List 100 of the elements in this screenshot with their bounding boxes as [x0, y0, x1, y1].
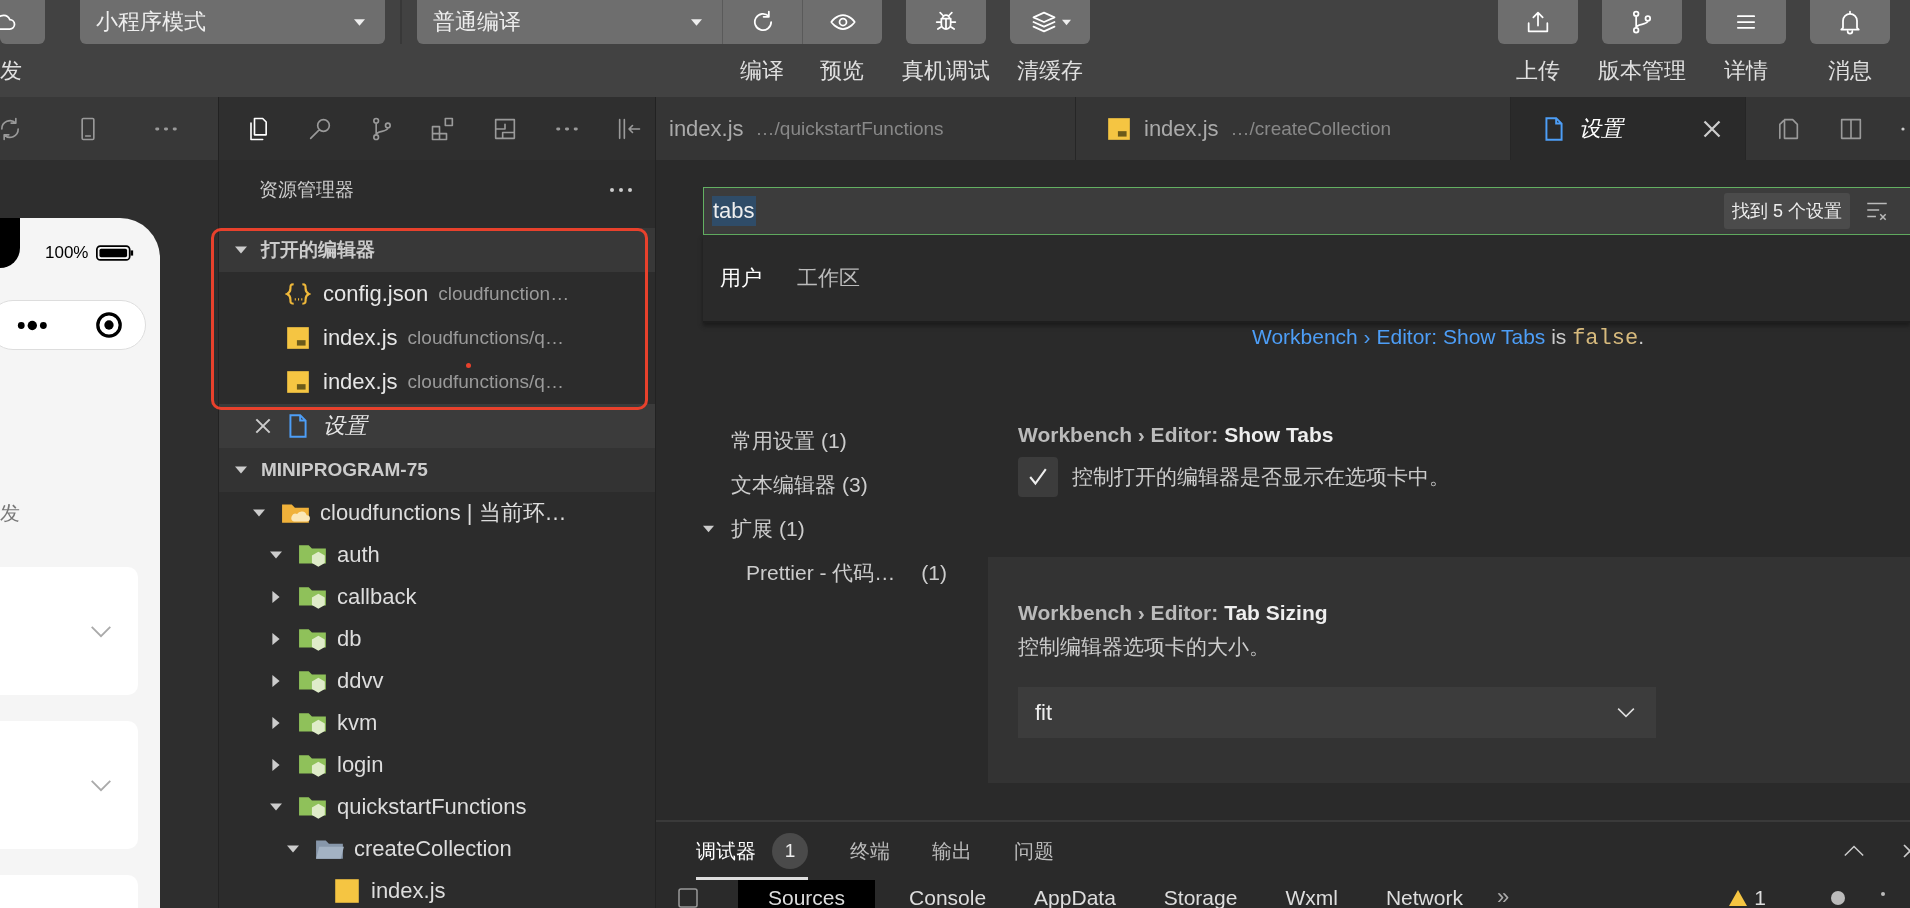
version-button[interactable] — [1602, 0, 1682, 44]
js-file-icon — [332, 878, 362, 904]
scope-tab[interactable]: 工作区 — [797, 258, 860, 298]
tree-item[interactable]: ddvv — [219, 660, 655, 702]
caret-icon — [691, 18, 702, 26]
tree-item[interactable]: quickstartFunctions — [219, 786, 655, 828]
editor-tab[interactable]: 设置 — [1511, 97, 1746, 160]
tree-item[interactable]: kvm — [219, 702, 655, 744]
battery-level: 100% — [45, 243, 89, 263]
folder-icon — [298, 626, 328, 652]
result-count: 找到 5 个设置 — [1724, 193, 1850, 229]
braces-icon — [285, 281, 311, 307]
toolbar-label: 版本管理 — [1598, 57, 1686, 85]
tree-item[interactable]: login — [219, 744, 655, 786]
toolbar-label: 预览 — [820, 57, 864, 85]
inspect-icon[interactable] — [676, 886, 700, 908]
folder-icon — [298, 752, 328, 778]
toc-item[interactable]: 扩展 (1) — [731, 507, 988, 551]
chevron-down-icon — [89, 778, 113, 792]
search-field[interactable]: tabs 找到 5 个设置 — [703, 187, 1910, 235]
devtools-tab[interactable]: Sources — [738, 880, 876, 908]
section-title: MINIPROGRAM-75 — [261, 459, 428, 481]
section-header[interactable]: 打开的编辑器 — [219, 228, 655, 272]
caret-icon — [354, 18, 365, 26]
toc-item[interactable]: Prettier - 代码… (1) — [731, 551, 988, 595]
folder-icon — [298, 584, 328, 610]
setting-description: 控制打开的编辑器是否显示在选项卡中。 — [1072, 464, 1450, 490]
triangle-icon[interactable] — [270, 801, 282, 813]
page-text: 发 — [0, 501, 21, 526]
tree-item[interactable]: cloudfunctions | 当前环… — [219, 492, 655, 534]
open-editor-item[interactable]: config.json cloudfunction… — [219, 272, 655, 316]
section-title: 打开的编辑器 — [261, 238, 375, 262]
editor-tab[interactable]: index.js …/quickstartFunctions — [656, 97, 1076, 160]
devtools-tab[interactable]: Console — [885, 880, 1011, 908]
close-icon[interactable] — [1703, 119, 1721, 138]
notifications-button[interactable] — [1810, 0, 1890, 44]
panel-tab[interactable]: 输出 — [932, 822, 972, 880]
triangle-icon[interactable] — [287, 843, 299, 855]
js-file-icon — [285, 325, 311, 351]
checkbox[interactable] — [1018, 457, 1058, 497]
setting-link[interactable]: Workbench › Editor: Show Tabs — [1251, 325, 1546, 348]
section-header[interactable]: MINIPROGRAM-75 — [219, 448, 655, 492]
more-icon[interactable] — [609, 187, 633, 193]
devtools-tab[interactable]: Wxml — [1261, 880, 1362, 908]
annotation-dot — [466, 363, 471, 368]
folder-icon — [298, 542, 328, 568]
tree-item[interactable]: auth — [219, 534, 655, 576]
triangle-icon[interactable] — [270, 549, 282, 561]
compile-button[interactable] — [722, 0, 802, 44]
chevron-up-icon[interactable] — [1843, 844, 1865, 858]
compile-dropdown[interactable]: 普通编译 — [417, 0, 722, 44]
triangle-icon[interactable] — [270, 591, 282, 603]
triangle-icon[interactable] — [270, 759, 282, 771]
debug-button[interactable] — [906, 0, 986, 44]
warning-count: 1 — [1754, 885, 1766, 908]
editor-tab[interactable]: index.js …/createCollection — [1076, 97, 1511, 160]
close-icon[interactable] — [255, 418, 271, 434]
select-field[interactable]: fit — [1018, 687, 1656, 738]
panel-tab[interactable]: 问题 — [1014, 822, 1054, 880]
open-editor-item[interactable]: index.js cloudfunctions/q… — [219, 316, 655, 360]
capsule-menu[interactable] — [0, 300, 146, 350]
setting-description: 控制编辑器选项卡的大小。 — [1018, 634, 1271, 660]
more-tabs[interactable]: » — [1486, 880, 1520, 908]
battery-icon — [96, 245, 135, 261]
open-editor-item[interactable]: index.js cloudfunctions/q… — [219, 360, 655, 404]
open-editor-item[interactable]: 设置 — [219, 404, 655, 448]
tree-item[interactable]: db — [219, 618, 655, 660]
scope-tab[interactable]: 用户 — [720, 258, 762, 298]
tree-item[interactable]: createCollection — [219, 828, 655, 870]
panel-tab[interactable]: 终端 — [850, 822, 890, 880]
preview-button[interactable] — [802, 0, 882, 44]
triangle-icon[interactable] — [253, 507, 265, 519]
triangle-icon — [235, 244, 247, 256]
toolbar-label: 清缓存 — [1017, 57, 1083, 85]
target-icon — [95, 311, 123, 339]
notch — [0, 218, 20, 268]
panel-title: 资源管理器 — [259, 178, 354, 202]
warning-icon — [1728, 889, 1749, 907]
folder-icon — [298, 794, 328, 820]
tree-item[interactable]: callback — [219, 576, 655, 618]
triangle-icon[interactable] — [270, 633, 282, 645]
triangle-icon[interactable] — [270, 675, 282, 687]
js-file-icon — [285, 369, 311, 395]
setting-title: Workbench › Editor: Show Tabs — [1018, 422, 1335, 448]
clear-cache-button[interactable] — [1010, 0, 1090, 44]
setting-title: Workbench › Editor: Tab Sizing — [1018, 600, 1329, 626]
triangle-icon — [235, 464, 247, 476]
details-button[interactable] — [1706, 0, 1786, 44]
toc-item[interactable]: 文本编辑器 (3) — [731, 463, 988, 507]
upload-button[interactable] — [1498, 0, 1578, 44]
mode-dropdown[interactable]: 小程序模式 — [80, 0, 385, 44]
triangle-icon[interactable] — [703, 523, 714, 535]
cloud-button[interactable] — [0, 0, 45, 44]
folder-icon — [298, 710, 328, 736]
triangle-icon[interactable] — [270, 717, 282, 729]
toolbar-label: 消息 — [1828, 57, 1872, 85]
devtools-tab[interactable]: Network — [1361, 880, 1487, 908]
tree-item[interactable]: index.js — [219, 870, 655, 908]
toolbar-label: 上传 — [1516, 57, 1560, 85]
toc-item[interactable]: 常用设置 (1) — [731, 419, 988, 463]
